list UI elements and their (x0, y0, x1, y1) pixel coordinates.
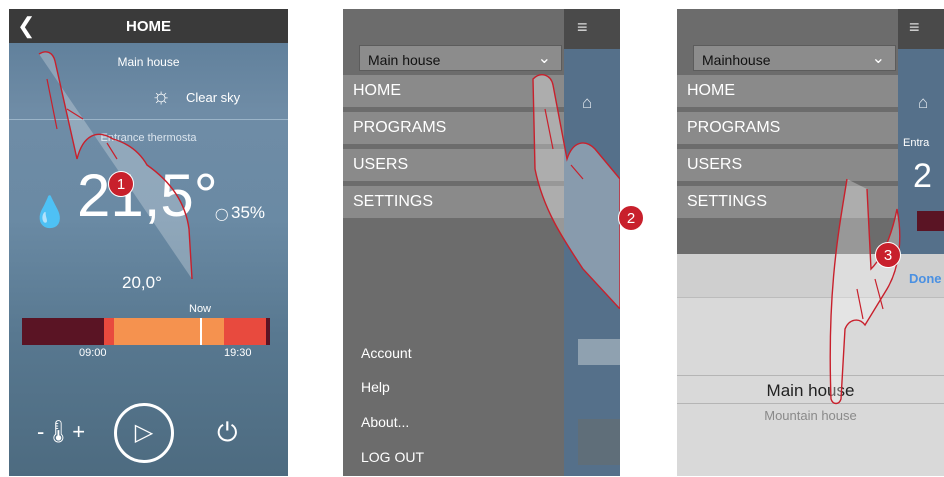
menu-item-programs[interactable]: PROGRAMS (677, 112, 898, 144)
program-timeline (22, 318, 270, 345)
chevron-down-icon[interactable]: ⌄ (872, 48, 885, 68)
chevron-down-icon[interactable]: ⌄ (538, 48, 551, 68)
menu-item-about[interactable]: About... (361, 414, 409, 430)
side-thermostat-label: Entra (903, 137, 930, 149)
menu-item-home[interactable]: HOME (343, 75, 564, 107)
menu-item-users[interactable]: USERS (677, 149, 898, 181)
timeline-end: 19:30 (224, 347, 252, 359)
weather-label: Clear sky (186, 90, 241, 105)
house-selector[interactable]: Main house ⌄ (359, 45, 562, 71)
menu-item-settings[interactable]: SETTINGS (343, 186, 564, 218)
hamburger-icon[interactable]: ≡ (577, 17, 588, 38)
picker-line (677, 403, 944, 404)
done-button[interactable]: Done (909, 271, 942, 286)
page-title: HOME (126, 18, 171, 35)
top-bar: ❮ HOME (9, 9, 288, 43)
strip-block (578, 419, 620, 465)
power-icon[interactable]: ⏻ (217, 417, 238, 449)
thermometer-adjust-icon[interactable]: -🌡+ (37, 419, 85, 445)
pointing-hand-illustration (38, 51, 193, 279)
flame-icon: 💧 (31, 196, 69, 229)
drop-icon: ◯ (215, 207, 229, 221)
timeline-segment (104, 318, 114, 345)
side-strip (564, 9, 620, 476)
timeline-now-label: Now (189, 303, 212, 315)
strip-header (564, 9, 620, 49)
menu-panel: ≡ ⌂ Main house ⌄ HOME PROGRAMS USERS SET… (343, 9, 620, 476)
side-timeline (917, 211, 944, 231)
setpoint-value: 20,0° (122, 273, 162, 292)
menu-item-programs[interactable]: PROGRAMS (343, 112, 564, 144)
home-screen-panel: ❮ HOME Main house ☼ Clear sky Entrance t… (9, 9, 288, 476)
temperature-value: 21,5° (77, 162, 218, 229)
picker-line (677, 375, 944, 376)
step-badge: 2 (618, 205, 644, 231)
house-selector-value: Mainhouse (702, 52, 771, 68)
menu-item-users[interactable]: USERS (343, 149, 564, 181)
hamburger-icon[interactable]: ≡ (909, 17, 920, 38)
sun-icon: ☼ (151, 83, 172, 108)
house-picker-panel: ≡ ⌂ Entra 2 Mainhouse ⌄ HOME PROGRAMS US… (677, 9, 944, 476)
house-selector-value: Main house (368, 52, 441, 68)
step-badge: 1 (108, 171, 134, 197)
menu-item-help[interactable]: Help (361, 379, 390, 395)
divider (9, 119, 288, 120)
picker-toolbar (677, 254, 944, 298)
humidity-value: 35% (231, 203, 266, 222)
home-icon: ⌂ (582, 93, 593, 112)
picker-option-selected[interactable]: Main house (677, 381, 944, 401)
strip-header (898, 9, 944, 49)
now-marker (200, 318, 202, 345)
timeline-segment (114, 318, 224, 345)
strip-block (578, 339, 620, 365)
step-badge: 3 (875, 242, 901, 268)
timeline-segment (224, 318, 266, 345)
picker-option[interactable]: Mountain house (677, 408, 944, 423)
menu-item-logout[interactable]: LOG OUT (361, 449, 424, 465)
play-program-button[interactable]: ▷ (114, 403, 174, 463)
timeline-start: 09:00 (79, 347, 107, 359)
menu-item-account[interactable]: Account (361, 345, 412, 361)
house-name: Main house (117, 55, 180, 69)
menu-item-home[interactable]: HOME (677, 75, 898, 107)
home-icon: ⌂ (918, 93, 929, 112)
side-temperature: 2 (913, 157, 932, 195)
house-selector[interactable]: Mainhouse ⌄ (693, 45, 896, 71)
thermostat-name: Entrance thermosta (100, 132, 197, 144)
menu-item-settings[interactable]: SETTINGS (677, 186, 898, 218)
